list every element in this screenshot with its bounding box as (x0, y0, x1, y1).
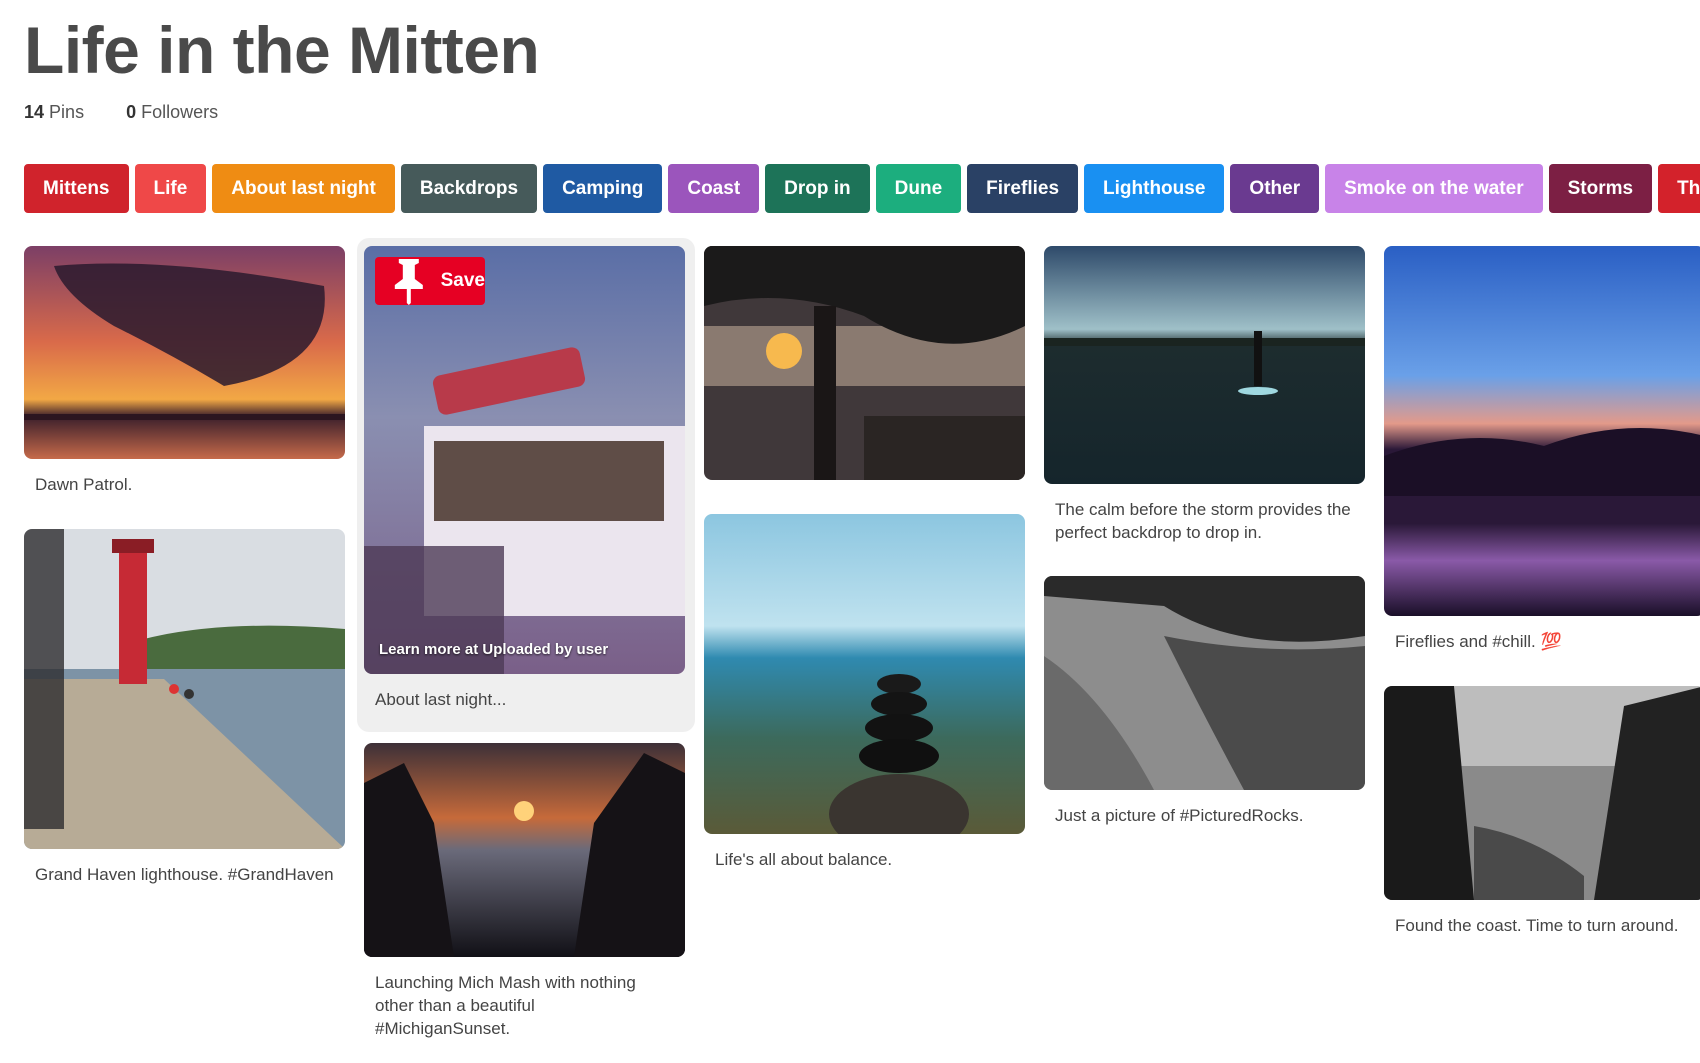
pin-caption: Dawn Patrol. (35, 475, 133, 494)
ice-cream-truck-image (364, 246, 685, 674)
section-tab-the[interactable]: The (1658, 164, 1700, 213)
section-tab-coast[interactable]: Coast (668, 164, 760, 213)
stacked-stones-image (704, 514, 1025, 834)
save-button[interactable]: Save (375, 257, 485, 305)
pin-caption: Grand Haven lighthouse. #GrandHaven (35, 865, 334, 884)
save-label: Save (440, 270, 485, 291)
followers-label: Followers (141, 102, 219, 122)
pin-image[interactable] (1044, 246, 1365, 484)
section-tab-lighthouse[interactable]: Lighthouse (1084, 164, 1225, 213)
pins-label: Pins (49, 102, 85, 122)
pin-image[interactable] (704, 246, 1025, 480)
section-tab-mittens[interactable]: Mittens (24, 164, 129, 213)
learn-more-link[interactable]: Learn more at Uploaded by user (379, 641, 608, 658)
pin-image[interactable] (24, 246, 345, 459)
section-tab-about-last-night[interactable]: About last night (212, 164, 395, 213)
pin-pictured-rocks[interactable]: Just a picture of #PicturedRocks. (1044, 576, 1365, 827)
pin-about-last-night[interactable]: Save Learn more at Uploaded by user Abou… (364, 246, 685, 711)
section-tab-life[interactable]: Life (134, 164, 207, 213)
pin-caption: Launching Mich Mash with nothing other t… (375, 973, 636, 1038)
pin-found-the-coast[interactable]: Found the coast. Time to turn around. (1384, 686, 1700, 937)
section-tab-drop-in[interactable]: Drop in (765, 164, 870, 213)
pin-sunset-deck[interactable] (704, 246, 1025, 480)
pin-caption: Just a picture of #PicturedRocks. (1055, 806, 1304, 825)
section-tab-dune[interactable]: Dune (875, 164, 962, 213)
pin-image[interactable] (364, 743, 685, 957)
board-stats: 14 Pins 0 Followers (24, 102, 218, 123)
michigan-sunset-image (364, 743, 685, 957)
pin-caption: Found the coast. Time to turn around. (1395, 916, 1679, 935)
section-tab-other[interactable]: Other (1230, 164, 1320, 213)
pin-image[interactable] (1384, 246, 1700, 616)
pictured-rocks-image (1044, 576, 1365, 790)
board-title: Life in the Mitten (24, 13, 540, 87)
pin-dawn-patrol[interactable]: Dawn Patrol. (24, 246, 345, 496)
followers-count-link[interactable]: 0 Followers (126, 102, 218, 123)
section-tab-storms[interactable]: Storms (1548, 164, 1653, 213)
pushpin-icon (394, 259, 423, 305)
pin-launching-mich-mash[interactable]: Launching Mich Mash with nothing other t… (364, 743, 685, 1040)
sunset-tree-deck-image (704, 246, 1025, 480)
pin-calm-before-storm[interactable]: The calm before the storm provides the p… (1044, 246, 1365, 544)
pin-caption: Fireflies and #chill. 💯 (1395, 632, 1562, 651)
coast-hikers-image (1384, 686, 1700, 900)
lighthouse-image (24, 529, 345, 849)
pin-image[interactable]: Save Learn more at Uploaded by user (364, 246, 685, 674)
sunset-cloud-image (24, 246, 345, 459)
section-tab-camping[interactable]: Camping (543, 164, 663, 213)
section-tabs: Mittens Life About last night Backdrops … (24, 164, 1700, 213)
pins-count-link[interactable]: 14 Pins (24, 102, 84, 123)
pin-image[interactable] (704, 514, 1025, 834)
section-tab-backdrops[interactable]: Backdrops (400, 164, 538, 213)
section-tab-fireflies[interactable]: Fireflies (967, 164, 1079, 213)
twilight-lake-image (1384, 246, 1700, 616)
pin-caption: Life's all about balance. (715, 850, 893, 869)
followers-count: 0 (126, 102, 137, 122)
pin-image[interactable] (1044, 576, 1365, 790)
pin-caption: About last night... (375, 690, 507, 709)
pin-balance[interactable]: Life's all about balance. (704, 514, 1025, 871)
pin-fireflies[interactable]: Fireflies and #chill. 💯 (1384, 246, 1700, 653)
pin-image[interactable] (24, 529, 345, 849)
pin-grand-haven[interactable]: Grand Haven lighthouse. #GrandHaven (24, 529, 345, 886)
section-tab-smoke-on-the-water[interactable]: Smoke on the water (1325, 164, 1543, 213)
pins-count: 14 (24, 102, 45, 122)
paddleboarder-image (1044, 246, 1365, 484)
pin-image[interactable] (1384, 686, 1700, 900)
pin-caption: The calm before the storm provides the p… (1055, 500, 1351, 542)
